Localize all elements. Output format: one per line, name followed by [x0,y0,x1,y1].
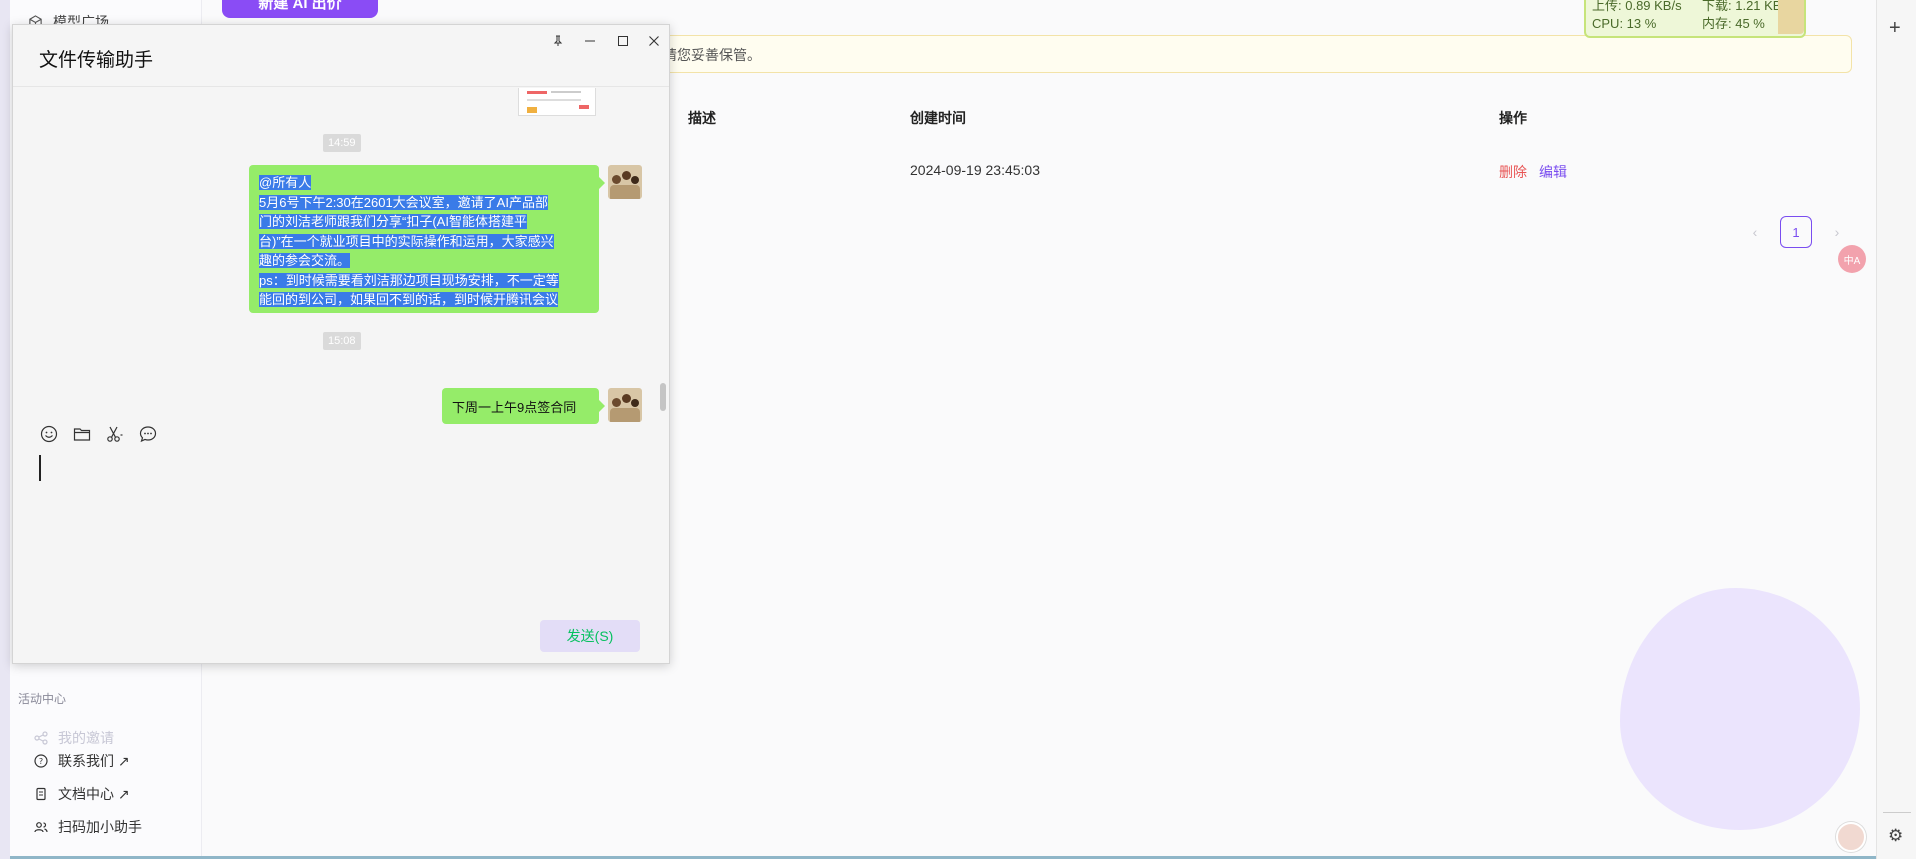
avatar[interactable] [608,165,642,199]
pin-icon[interactable] [543,29,573,53]
svg-text:?: ? [39,757,43,766]
message-bubble[interactable]: @所有人 5月6号下午2:30在2601大会议室，邀请了AI产品部 门的刘洁老师… [249,165,605,313]
plus-icon[interactable]: + [1889,17,1901,40]
image-message-thumbnail[interactable] [518,88,596,116]
new-ai-button[interactable]: 新建 AI 出价 [222,0,378,18]
message-line: ps：到时候需要看刘洁那边项目现场安排，不一定等 [259,272,559,288]
message-line: 门的刘洁老师跟我们分享“扣子(AI智能体搭建平 [259,214,527,229]
sidebar-item-label: 我的邀请 [58,730,114,746]
document-icon [36,787,46,801]
avatar[interactable] [608,388,642,422]
decorative-blob [1620,588,1860,830]
sidebar-item-label: 联系我们 ↗ [58,753,130,769]
help-circle-icon: ? [34,754,48,768]
upload-speed: 上传: 0.89 KB/s [1592,0,1682,13]
message-input[interactable] [39,455,645,615]
text-caret [39,455,41,481]
cpu-usage: CPU: 13 % [1592,16,1657,31]
sidebar-item-label: 文档中心 ↗ [58,786,130,802]
notice-bar: 请您妥善保管。 [640,35,1852,73]
rail-divider [1883,812,1911,813]
sidebar-section-activity: 活动中心 [18,692,67,706]
sidebar-item-label: 扫码加小助手 [58,819,142,835]
message-list[interactable]: 14:59 @所有人 5月6号下午2:30在2601大会议室，邀请了AI产品部 … [13,88,669,426]
message-list-scrollbar[interactable] [660,383,666,411]
bubble-tail [599,177,605,189]
sidebar-item-scan-assistant[interactable]: 扫码加小助手 [34,817,142,837]
sidebar-item-docs[interactable]: 文档中心 ↗ [34,784,130,804]
monitor-mascot [1778,0,1804,34]
share-icon [34,731,48,745]
message-line: 5月6号下午2:30在2601大会议室，邀请了AI产品部 [259,194,548,210]
delete-link[interactable]: 删除 [1499,162,1527,182]
bubble-tail [599,400,605,412]
right-rail: + ⚙ [1876,0,1916,859]
chat-window: 文件传输助手 14:59 @所有人 5月6号下午2:30在2601大会议室，邀请… [12,24,670,664]
users-icon [34,822,48,833]
avatar[interactable] [1836,822,1866,852]
send-button[interactable]: 发送(S) [540,620,640,652]
column-header-actions: 操作 [1499,110,1527,126]
message-line: 能回的到公司，如果回不到的话，到时候开腾讯会议 [259,292,559,307]
folder-icon[interactable] [72,424,91,443]
left-edge-strip [0,0,10,859]
gear-icon[interactable]: ⚙ [1888,826,1903,846]
chat-title: 文件传输助手 [39,50,154,71]
column-header-created-at: 创建时间 [910,110,966,126]
maximize-icon[interactable] [608,29,638,53]
system-monitor-widget: 上传: 0.89 KB/s 下载: 1.21 KB/s CPU: 13 % 内存… [1584,0,1806,38]
new-ai-button-label: 新建 AI 出价 [258,0,342,12]
minimize-icon[interactable] [575,29,605,53]
emoji-icon[interactable] [39,424,58,443]
composer-toolbar [39,424,157,443]
pagination: ‹ 1 › [1748,216,1844,248]
table-row: 2024-09-19 23:45:03 删除 编辑 [640,160,1852,184]
sidebar-item-contact-us[interactable]: ? 联系我们 ↗ [34,751,130,771]
table-header: 描述 创建时间 操作 [640,106,1852,126]
notice-text: 请您妥善保管。 [663,47,761,63]
next-page-icon[interactable]: › [1830,224,1844,240]
sidebar-item-my-invite[interactable]: 我的邀请 [34,728,114,748]
prev-page-icon[interactable]: ‹ [1748,224,1762,240]
message-line: 趣的参会交流。 [259,253,351,268]
column-header-description: 描述 [688,110,716,126]
close-icon[interactable] [639,29,669,53]
message-line: @所有人 [259,175,312,190]
page-button-current[interactable]: 1 [1780,216,1812,248]
translate-badge[interactable]: 中A [1838,245,1866,273]
chat-history-icon[interactable] [138,424,157,443]
edit-link[interactable]: 编辑 [1539,162,1567,182]
message-timestamp: 14:59 [323,134,361,152]
message-timestamp: 15:08 [323,332,361,350]
memory-usage: 内存: 45 % [1702,16,1765,31]
scissors-icon[interactable] [105,424,124,443]
message-text: 下周一上午9点签合同 [452,400,577,415]
chat-titlebar[interactable]: 文件传输助手 [13,25,669,87]
cell-created-at: 2024-09-19 23:45:03 [910,162,1040,178]
message-bubble[interactable]: 下周一上午9点签合同 [442,388,605,424]
message-line: 台)”在一个就业项目中的实际操作和运用，大家感兴 [259,233,554,249]
